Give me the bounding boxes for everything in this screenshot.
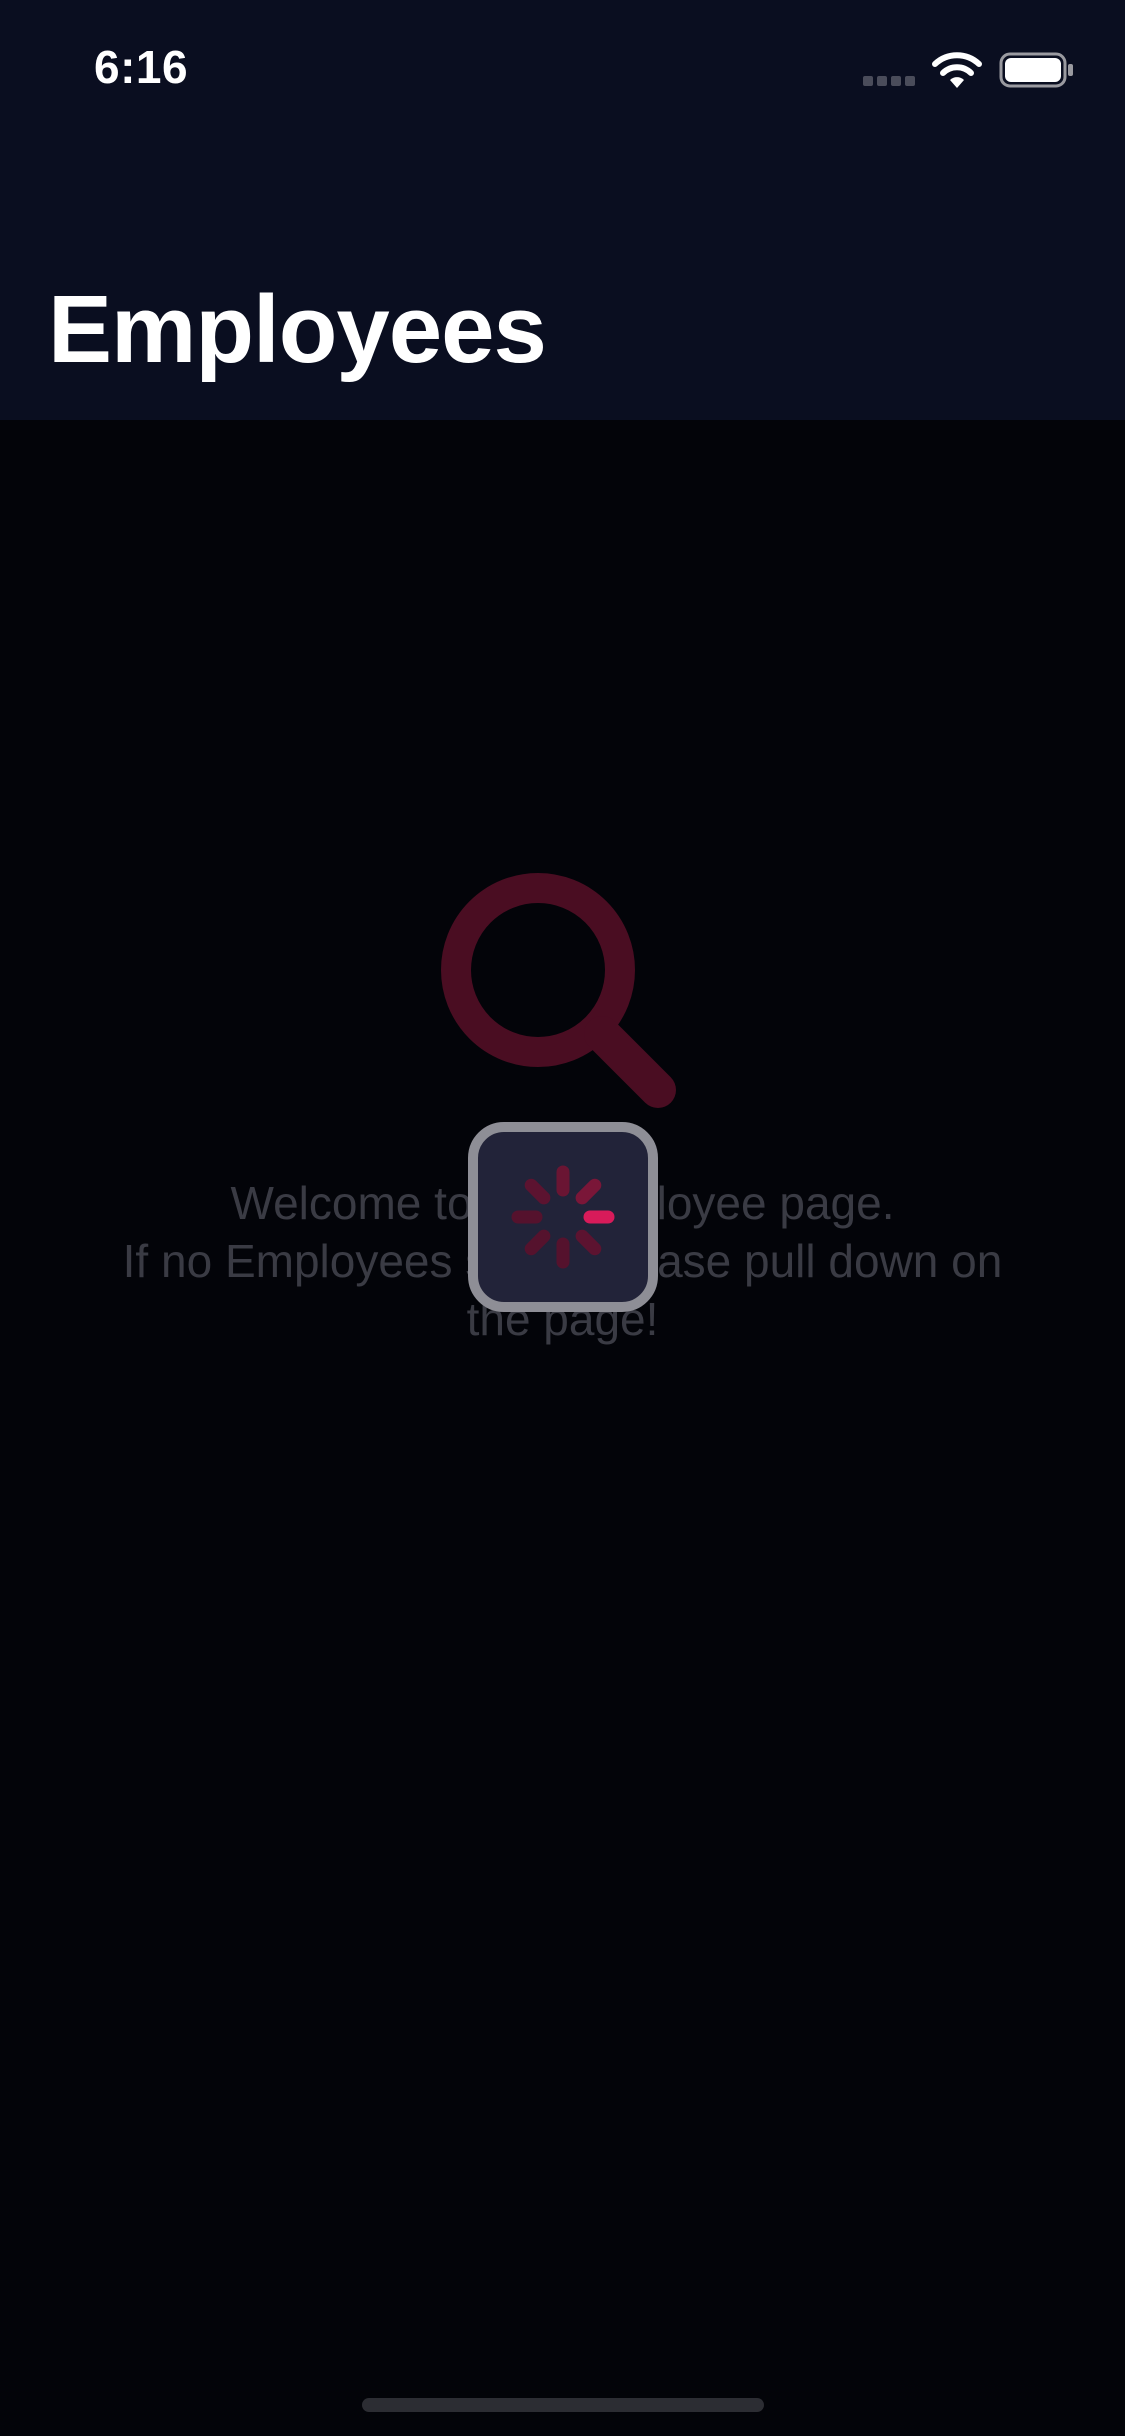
- cellular-signal-icon: [863, 76, 915, 86]
- navigation-header: 6:16 Employees: [0, 0, 1125, 420]
- status-time: 6:16: [94, 41, 189, 93]
- battery-icon: [999, 52, 1073, 88]
- wifi-icon: [932, 52, 982, 88]
- status-indicators: [863, 48, 1083, 92]
- loading-indicator: [468, 1122, 658, 1312]
- home-indicator[interactable]: [362, 2398, 764, 2412]
- search-icon: [441, 873, 676, 1108]
- page-title: Employees: [48, 276, 547, 383]
- screen: 6:16 Employees Welcome to Employee page.…: [0, 0, 1125, 2436]
- spinner-icon: [511, 1165, 615, 1269]
